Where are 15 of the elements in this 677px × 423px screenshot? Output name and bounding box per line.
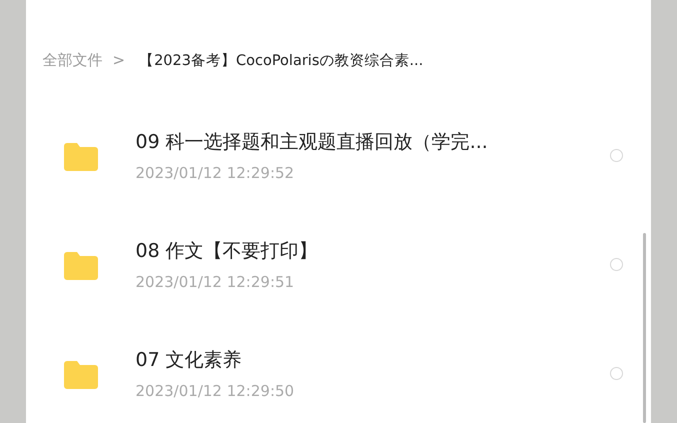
folder-icon [64, 358, 98, 388]
folder-name[interactable]: 09 科一选择题和主观题直播回放（学完... [136, 129, 610, 155]
select-radio[interactable] [610, 367, 622, 380]
breadcrumb-separator: > [112, 51, 126, 69]
folder-date: 2023/01/12 12:29:51 [136, 273, 296, 291]
folder-name[interactable]: 07 文化素养 [136, 347, 610, 373]
folder-name[interactable]: 08 作文【不要打印】 [136, 238, 610, 264]
folder-icon [64, 250, 98, 280]
scrollbar[interactable] [642, 233, 646, 423]
select-radio[interactable] [610, 258, 622, 271]
breadcrumb-current: 【2023备考】CocoPolarisの教资综合素... [139, 52, 424, 70]
folder-date: 2023/01/12 12:29:50 [136, 382, 296, 400]
folder-date: 2023/01/12 12:29:52 [136, 164, 296, 182]
folder-icon [64, 140, 98, 170]
select-radio[interactable] [610, 149, 622, 162]
